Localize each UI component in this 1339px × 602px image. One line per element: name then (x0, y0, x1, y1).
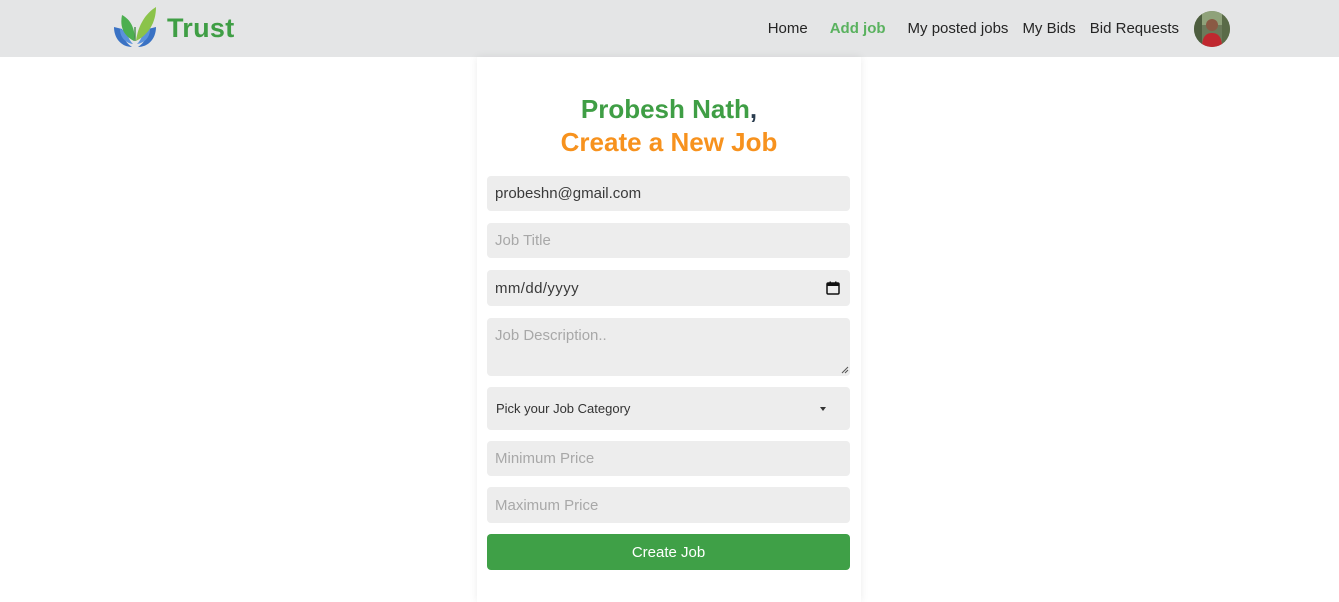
job-title-input[interactable] (487, 223, 850, 258)
navbar: Trust Home Add job My posted jobs My Bid… (0, 0, 1339, 57)
caret-down-icon (820, 406, 826, 411)
heading-comma: , (749, 94, 758, 124)
calendar-icon[interactable] (826, 281, 840, 295)
user-avatar[interactable] (1194, 10, 1230, 47)
brand-link[interactable]: Trust (112, 5, 235, 51)
job-category-select[interactable]: Pick your Job Category (487, 387, 850, 430)
nav-links: Home Add job My posted jobs My Bids Bid … (768, 0, 1339, 57)
create-job-card: Probesh Nath, Create a New Job mm/dd/yyy… (477, 57, 861, 602)
form-heading: Probesh Nath, Create a New Job (477, 93, 861, 159)
leaf-hands-logo-icon (114, 7, 156, 47)
date-input[interactable]: mm/dd/yyyy (487, 270, 850, 306)
minimum-price-input[interactable] (487, 441, 850, 476)
resize-handle-icon[interactable] (841, 366, 849, 374)
job-description-textarea[interactable] (487, 318, 850, 376)
email-field[interactable] (487, 176, 850, 211)
job-category-selected: Pick your Job Category (496, 401, 631, 416)
form-subtitle: Create a New Job (560, 127, 778, 157)
nav-my-bids[interactable]: My Bids (1022, 20, 1075, 37)
date-placeholder: mm/dd/yyyy (495, 279, 580, 297)
nav-my-posted-jobs[interactable]: My posted jobs (908, 20, 1009, 37)
user-name: Probesh Nath (580, 94, 750, 124)
brand-name: Trust (167, 12, 235, 43)
nav-add-job[interactable]: Add job (830, 20, 886, 37)
maximum-price-input[interactable] (487, 487, 850, 523)
nav-bid-requests[interactable]: Bid Requests (1090, 20, 1179, 37)
create-job-button[interactable]: Create Job (487, 534, 850, 570)
nav-home[interactable]: Home (768, 20, 808, 37)
